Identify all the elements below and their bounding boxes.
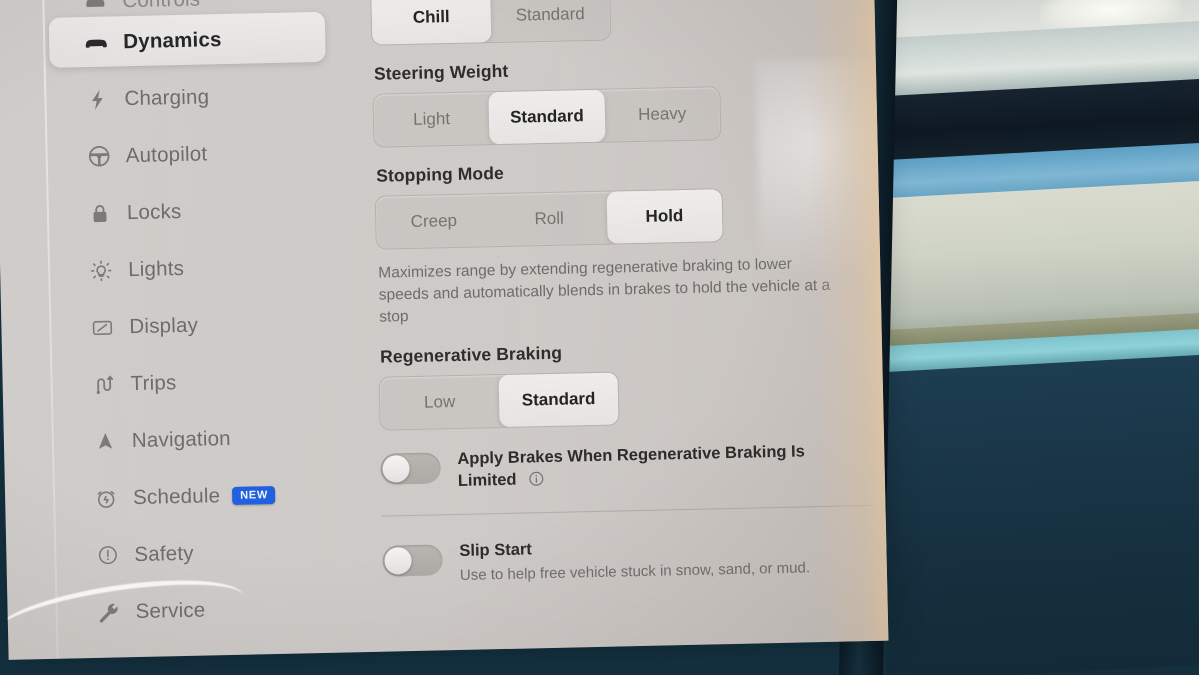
status-badge: NEW [232,485,276,505]
light-bulb-icon [84,258,119,283]
toggle-knob [384,547,412,575]
slip-start-text: Slip Start Use to help free vehicle stuc… [459,532,853,586]
sidebar-item-safety[interactable]: Safety [64,521,365,585]
section-title: Regenerative Braking [379,343,563,368]
sidebar-item-label: Trips [130,370,177,395]
steering-option-standard[interactable]: Standard [488,89,606,145]
sidebar-item-autopilot[interactable]: Autopilot [55,122,356,186]
display-icon [85,315,120,340]
steering-option-light[interactable]: Light [373,92,489,147]
warning-circle-icon [90,543,124,567]
sidebar-item-label: Safety [134,541,194,566]
dynamics-settings-panel: Acceleration Chill Standard Steering Wei… [370,0,874,588]
sidebar-item-display[interactable]: Display [59,293,360,357]
stopping-mode-description: Maximizes range by extending regenerativ… [378,255,831,326]
slip-start-description: Use to help free vehicle stuck in snow, … [459,559,811,584]
lock-icon [83,202,117,225]
sidebar-item-label: Dynamics [122,27,222,53]
regen-option-low[interactable]: Low [380,376,500,431]
steering-weight-section: Steering Weight Light Standard Heavy [372,54,844,148]
section-divider [381,504,874,517]
steering-wheel-icon [81,143,116,169]
stopping-option-creep[interactable]: Creep [376,194,492,249]
section-title: Steering Weight [373,60,509,84]
alarm-clock-icon [89,486,124,511]
sidebar-item-charging[interactable]: Charging [54,65,355,129]
apply-brakes-toggle[interactable] [380,452,441,486]
trips-road-icon [86,372,121,397]
steering-weight-segmented-control[interactable]: Light Standard Heavy [372,86,722,148]
sidebar-item-dynamics[interactable]: Dynamics [48,8,354,72]
section-title: Stopping Mode [375,162,505,186]
bolt-icon [80,87,115,112]
car-front-icon [78,0,113,14]
stopping-mode-section: Stopping Mode Creep Roll Hold Maximizes … [374,156,847,330]
sidebar-item-label: Schedule [132,483,221,509]
screenshot-root: Controls Dynamics Charging [0,0,1199,675]
stopping-mode-segmented-control[interactable]: Creep Roll Hold [374,188,724,250]
car-icon [79,29,114,56]
sidebar-item-lights[interactable]: Lights [58,236,359,300]
regen-segmented-control[interactable]: Low Standard [378,371,620,432]
acceleration-option-chill[interactable]: Chill [371,0,492,45]
sidebar-item-navigation[interactable]: Navigation [61,407,362,471]
regen-option-standard[interactable]: Standard [498,372,619,428]
sidebar-item-label: Lights [127,256,185,281]
slip-start-row[interactable]: Slip Start Use to help free vehicle stuc… [382,532,853,587]
sidebar-item-schedule[interactable]: Schedule NEW [63,464,364,528]
acceleration-option-standard[interactable]: Standard [490,0,610,42]
stopping-option-roll[interactable]: Roll [491,192,607,247]
sidebar-item-label: Navigation [131,426,231,452]
sidebar-item-locks[interactable]: Locks [56,179,357,243]
sidebar-item-label: Locks [126,199,182,224]
apply-brakes-text: Apply Brakes When Regenerative Braking I… [457,441,851,496]
sidebar-item-label: Display [129,313,199,338]
apply-brakes-label: Apply Brakes When Regenerative Braking I… [457,441,851,496]
sidebar-item-trips[interactable]: Trips [60,350,361,414]
apply-brakes-label-text: Apply Brakes When Regenerative Braking I… [457,442,806,491]
sidebar-item-label: Charging [124,84,210,110]
acceleration-section: Acceleration Chill Standard [370,0,842,46]
settings-sidebar[interactable]: Controls Dynamics Charging [48,0,367,660]
regenerative-braking-section: Regenerative Braking Low Standard [378,337,850,432]
navigation-arrow-icon [88,429,122,453]
info-circle-icon[interactable] [528,470,546,494]
slip-start-toggle[interactable] [382,544,443,577]
acceleration-segmented-control[interactable]: Chill Standard [370,0,612,46]
touchscreen-panel: Controls Dynamics Charging [0,0,889,660]
sidebar-item-label: Autopilot [125,141,208,167]
steering-option-heavy[interactable]: Heavy [604,87,720,142]
stopping-option-hold[interactable]: Hold [606,189,723,244]
apply-brakes-row[interactable]: Apply Brakes When Regenerative Braking I… [380,441,851,498]
toggle-knob [382,455,410,484]
car-door-panel [886,355,1199,675]
